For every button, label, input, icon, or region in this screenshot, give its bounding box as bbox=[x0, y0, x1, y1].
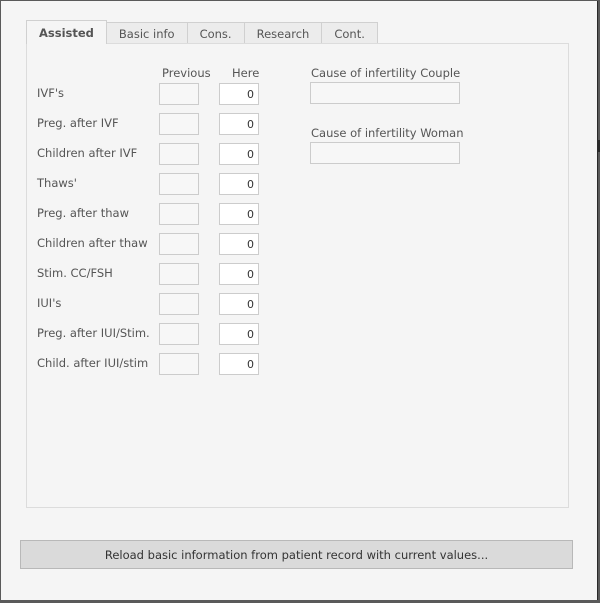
row-label-preg-after-iui-stim: Preg. after IUI/Stim. bbox=[37, 326, 150, 340]
stim-cc-fsh-here-field[interactable] bbox=[219, 263, 259, 285]
iuis-here-field[interactable] bbox=[219, 293, 259, 315]
tab-bar: Assisted Basic info Cons. Research Cont. bbox=[26, 20, 378, 44]
reload-basic-info-button[interactable]: Reload basic information from patient re… bbox=[20, 540, 573, 569]
cause-woman-label: Cause of infertility Woman bbox=[311, 126, 464, 140]
row-label-iuis: IUI's bbox=[37, 296, 62, 310]
thaws-previous-field[interactable] bbox=[159, 173, 199, 195]
row-label-thaws: Thaws' bbox=[37, 176, 77, 190]
row-label-ivfs: IVF's bbox=[37, 86, 65, 100]
preg-after-ivf-here-field[interactable] bbox=[219, 113, 259, 135]
children-after-thaw-here-field[interactable] bbox=[219, 233, 259, 255]
row-label-preg-after-thaw: Preg. after thaw bbox=[37, 206, 130, 220]
child-after-iui-stim-previous-field[interactable] bbox=[159, 353, 199, 375]
row-label-children-after-ivf: Children after IVF bbox=[37, 146, 138, 160]
tab-cont[interactable]: Cont. bbox=[321, 22, 378, 44]
preg-after-iui-stim-here-field[interactable] bbox=[219, 323, 259, 345]
stim-cc-fsh-previous-field[interactable] bbox=[159, 263, 199, 285]
tab-basic-info[interactable]: Basic info bbox=[105, 22, 188, 44]
tab-assisted[interactable]: Assisted bbox=[26, 20, 107, 44]
preg-after-thaw-here-field[interactable] bbox=[219, 203, 259, 225]
ivfs-here-field[interactable] bbox=[219, 83, 259, 105]
here-column-header: Here bbox=[232, 66, 260, 80]
row-label-preg-after-ivf: Preg. after IVF bbox=[37, 116, 119, 130]
preg-after-iui-stim-previous-field[interactable] bbox=[159, 323, 199, 345]
preg-after-thaw-previous-field[interactable] bbox=[159, 203, 199, 225]
ivfs-previous-field[interactable] bbox=[159, 83, 199, 105]
child-after-iui-stim-here-field[interactable] bbox=[219, 353, 259, 375]
row-label-stim-cc-fsh: Stim. CC/FSH bbox=[37, 266, 113, 280]
children-after-ivf-previous-field[interactable] bbox=[159, 143, 199, 165]
tab-cons[interactable]: Cons. bbox=[186, 22, 245, 44]
preg-after-ivf-previous-field[interactable] bbox=[159, 113, 199, 135]
children-after-ivf-here-field[interactable] bbox=[219, 143, 259, 165]
cause-woman-field[interactable] bbox=[310, 142, 460, 164]
cause-couple-label: Cause of infertility Couple bbox=[311, 66, 461, 80]
tab-research[interactable]: Research bbox=[243, 22, 323, 44]
previous-column-header: Previous bbox=[162, 66, 211, 80]
children-after-thaw-previous-field[interactable] bbox=[159, 233, 199, 255]
cause-couple-field[interactable] bbox=[310, 82, 460, 104]
iuis-previous-field[interactable] bbox=[159, 293, 199, 315]
row-label-child-after-iui-stim: Child. after IUI/stim bbox=[37, 356, 149, 370]
thaws-here-field[interactable] bbox=[219, 173, 259, 195]
row-label-children-after-thaw: Children after thaw bbox=[37, 236, 148, 250]
